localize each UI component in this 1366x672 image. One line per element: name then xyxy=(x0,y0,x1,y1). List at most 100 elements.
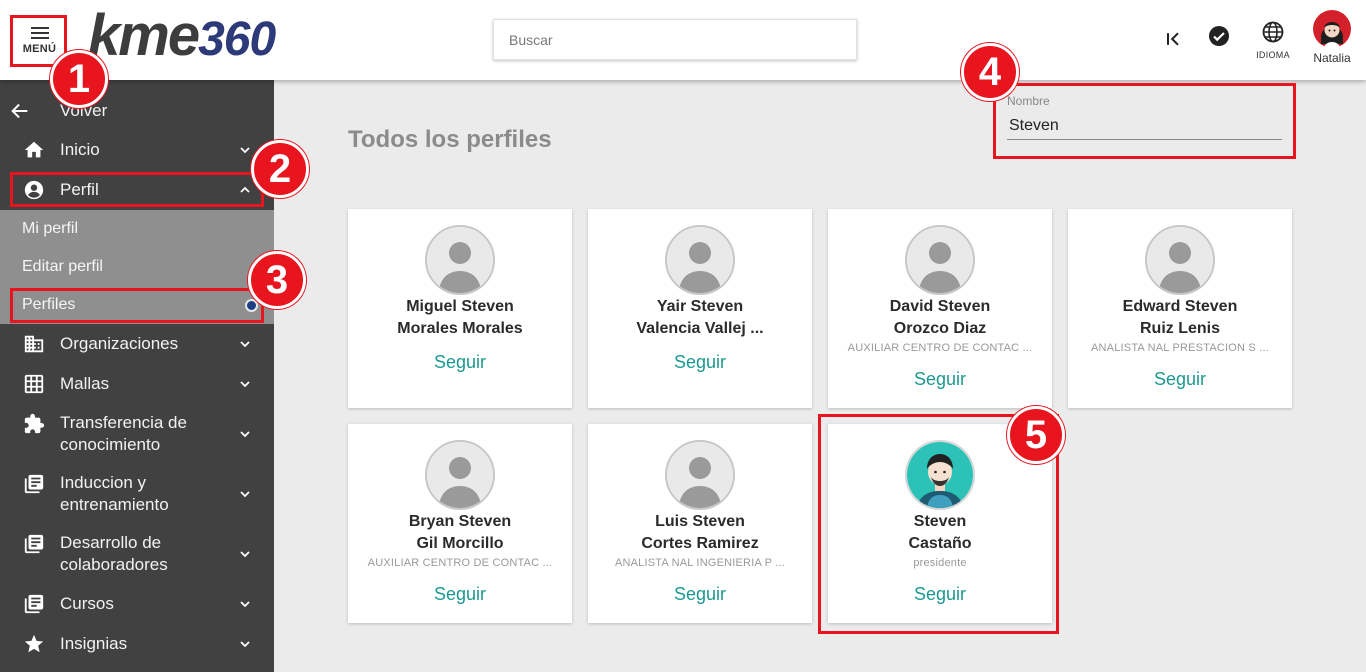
chevron-down-icon xyxy=(236,485,254,503)
chevron-down-icon xyxy=(236,595,254,613)
chevron-down-icon xyxy=(236,375,254,393)
sidebar-item-label-line1: Induccion y xyxy=(60,473,146,492)
profile-role: ANALISTA NAL PRESTACION S ... xyxy=(1091,342,1269,354)
sidebar-item-inicio[interactable]: Inicio xyxy=(0,138,274,162)
sidebar-item-label: Perfil xyxy=(60,180,99,199)
sidebar-item-mallas[interactable]: Mallas xyxy=(0,372,274,396)
kme360-logo[interactable]: kme 360 xyxy=(88,6,276,67)
sidebar-item-induccion[interactable]: Induccion y entrenamiento xyxy=(0,472,274,518)
profile-name-line2: Ruiz Lenis xyxy=(1139,320,1220,337)
collapse-sidebar-icon[interactable] xyxy=(1160,26,1186,52)
language-label: IDIOMA xyxy=(1256,50,1290,60)
profile-name-line1: Bryan Steven xyxy=(408,513,512,530)
profile-name-line1: Yair Steven xyxy=(656,298,744,315)
chevron-down-icon xyxy=(236,425,254,443)
profile-role: ANALISTA NAL INGENIERIA P ... xyxy=(614,557,786,569)
profile-role: presidente xyxy=(913,557,967,569)
annotation-badge-3: 3 xyxy=(248,251,306,309)
sidebar-item-desarrollo[interactable]: Desarrollo de colaboradores xyxy=(0,532,274,578)
account-circle-icon xyxy=(22,178,46,202)
menu-label: MENÚ xyxy=(22,43,57,55)
submenu-item-perfiles[interactable]: Perfiles xyxy=(0,286,274,324)
chevron-down-icon xyxy=(236,141,254,159)
profile-name-line2: Gil Morcillo xyxy=(416,535,504,552)
language-button[interactable]: IDIOMA xyxy=(1248,20,1298,66)
follow-button[interactable]: Seguir xyxy=(828,369,1052,390)
sidebar-item-perfil[interactable]: Perfil xyxy=(0,178,274,202)
profile-name-line1: David Steven xyxy=(889,298,991,315)
profile-name-line1: Edward Steven xyxy=(1122,298,1238,315)
profile-role: AUXILIAR CENTRO DE CONTAC ... xyxy=(847,342,1033,354)
annotation-badge-4: 4 xyxy=(961,43,1019,101)
user-menu[interactable]: Natalia xyxy=(1306,10,1358,68)
annotation-badge-2: 2 xyxy=(251,140,309,198)
annotation-badge-1: 1 xyxy=(50,50,108,108)
sidebar-item-label-line2: conocimiento xyxy=(60,435,161,454)
sidebar: Volver Inicio Perfil Mi perfil Editar pe… xyxy=(0,80,274,672)
sidebar-item-cursos[interactable]: Cursos xyxy=(0,592,274,616)
sidebar-item-organizaciones[interactable]: Organizaciones xyxy=(0,332,274,356)
profile-submenu: Mi perfil Editar perfil Perfiles xyxy=(0,210,274,324)
profile-name-line2: Cortes Ramirez xyxy=(641,535,759,552)
profile-card: Miguel Steven Morales Morales Seguir xyxy=(348,209,572,408)
profile-name-line2: Orozco Diaz xyxy=(893,320,987,337)
sidebar-item-label-line1: Transferencia de xyxy=(60,413,187,432)
home-icon xyxy=(22,138,46,162)
top-bar: MENÚ kme360 IDIOMA Natalia xyxy=(0,0,1366,80)
profile-card: Luis Steven Cortes Ramirez ANALISTA NAL … xyxy=(588,424,812,623)
sidebar-item-label: Mallas xyxy=(60,374,110,393)
default-avatar-icon xyxy=(905,225,975,295)
submenu-item-label: Mi perfil xyxy=(22,220,79,237)
library-books-icon xyxy=(22,592,46,616)
chevron-up-icon xyxy=(236,181,254,199)
user-name: Natalia xyxy=(1313,51,1351,65)
sidebar-item-label: Cursos xyxy=(60,594,114,613)
check-circle-icon[interactable] xyxy=(1206,23,1232,49)
sidebar-item-label: Insignias xyxy=(60,634,128,653)
chevron-down-icon xyxy=(236,335,254,353)
sidebar-back[interactable]: Volver xyxy=(0,100,274,122)
follow-button[interactable]: Seguir xyxy=(348,352,572,373)
chevron-down-icon xyxy=(236,635,254,653)
profile-card: Edward Steven Ruiz Lenis ANALISTA NAL PR… xyxy=(1068,209,1292,408)
follow-button[interactable]: Seguir xyxy=(588,584,812,605)
name-filter: Nombre xyxy=(1007,94,1282,142)
arrow-left-icon xyxy=(8,99,32,123)
profile-card: Yair Steven Valencia Vallej ... Seguir xyxy=(588,209,812,408)
follow-button[interactable]: Seguir xyxy=(348,584,572,605)
submenu-item-editar-perfil[interactable]: Editar perfil xyxy=(0,248,274,286)
sidebar-item-insignias[interactable]: Insignias xyxy=(0,632,274,656)
name-filter-label: Nombre xyxy=(1007,94,1050,108)
star-icon xyxy=(22,632,46,656)
building-icon xyxy=(22,332,46,356)
sidebar-item-label-line2: colaboradores xyxy=(60,555,168,574)
globe-icon xyxy=(1262,21,1284,43)
profile-name-line1: Miguel Steven xyxy=(406,298,514,315)
name-filter-input[interactable] xyxy=(1007,112,1282,140)
profile-name-line2: Castaño xyxy=(908,535,972,552)
default-avatar-icon xyxy=(425,440,495,510)
profile-name-line2: Morales Morales xyxy=(397,320,523,337)
sidebar-item-label-line2: entrenamiento xyxy=(60,495,169,514)
sidebar-item-label: Organizaciones xyxy=(60,334,179,353)
grid-icon xyxy=(22,372,46,396)
follow-button[interactable]: Seguir xyxy=(588,352,812,373)
follow-button[interactable]: Seguir xyxy=(1068,369,1292,390)
search-input[interactable] xyxy=(493,19,857,60)
profile-card: Bryan Steven Gil Morcillo AUXILIAR CENTR… xyxy=(348,424,572,623)
submenu-item-mi-perfil[interactable]: Mi perfil xyxy=(0,210,274,248)
library-books-icon xyxy=(22,532,46,556)
user-avatar xyxy=(1313,10,1351,48)
sidebar-item-label-line1: Desarrollo de xyxy=(60,533,162,552)
default-avatar-icon xyxy=(665,225,735,295)
profile-name-line1: Steven xyxy=(913,513,967,530)
default-avatar-icon xyxy=(665,440,735,510)
puzzle-icon xyxy=(22,412,46,436)
profile-card: David Steven Orozco Diaz AUXILIAR CENTRO… xyxy=(828,209,1052,408)
sidebar-item-transferencia[interactable]: Transferencia de conocimiento xyxy=(0,412,274,458)
default-avatar-icon xyxy=(1145,225,1215,295)
sidebar-item-label: Inicio xyxy=(60,140,100,159)
chevron-down-icon xyxy=(236,545,254,563)
submenu-item-label: Perfiles xyxy=(22,296,76,313)
follow-button[interactable]: Seguir xyxy=(828,584,1052,605)
